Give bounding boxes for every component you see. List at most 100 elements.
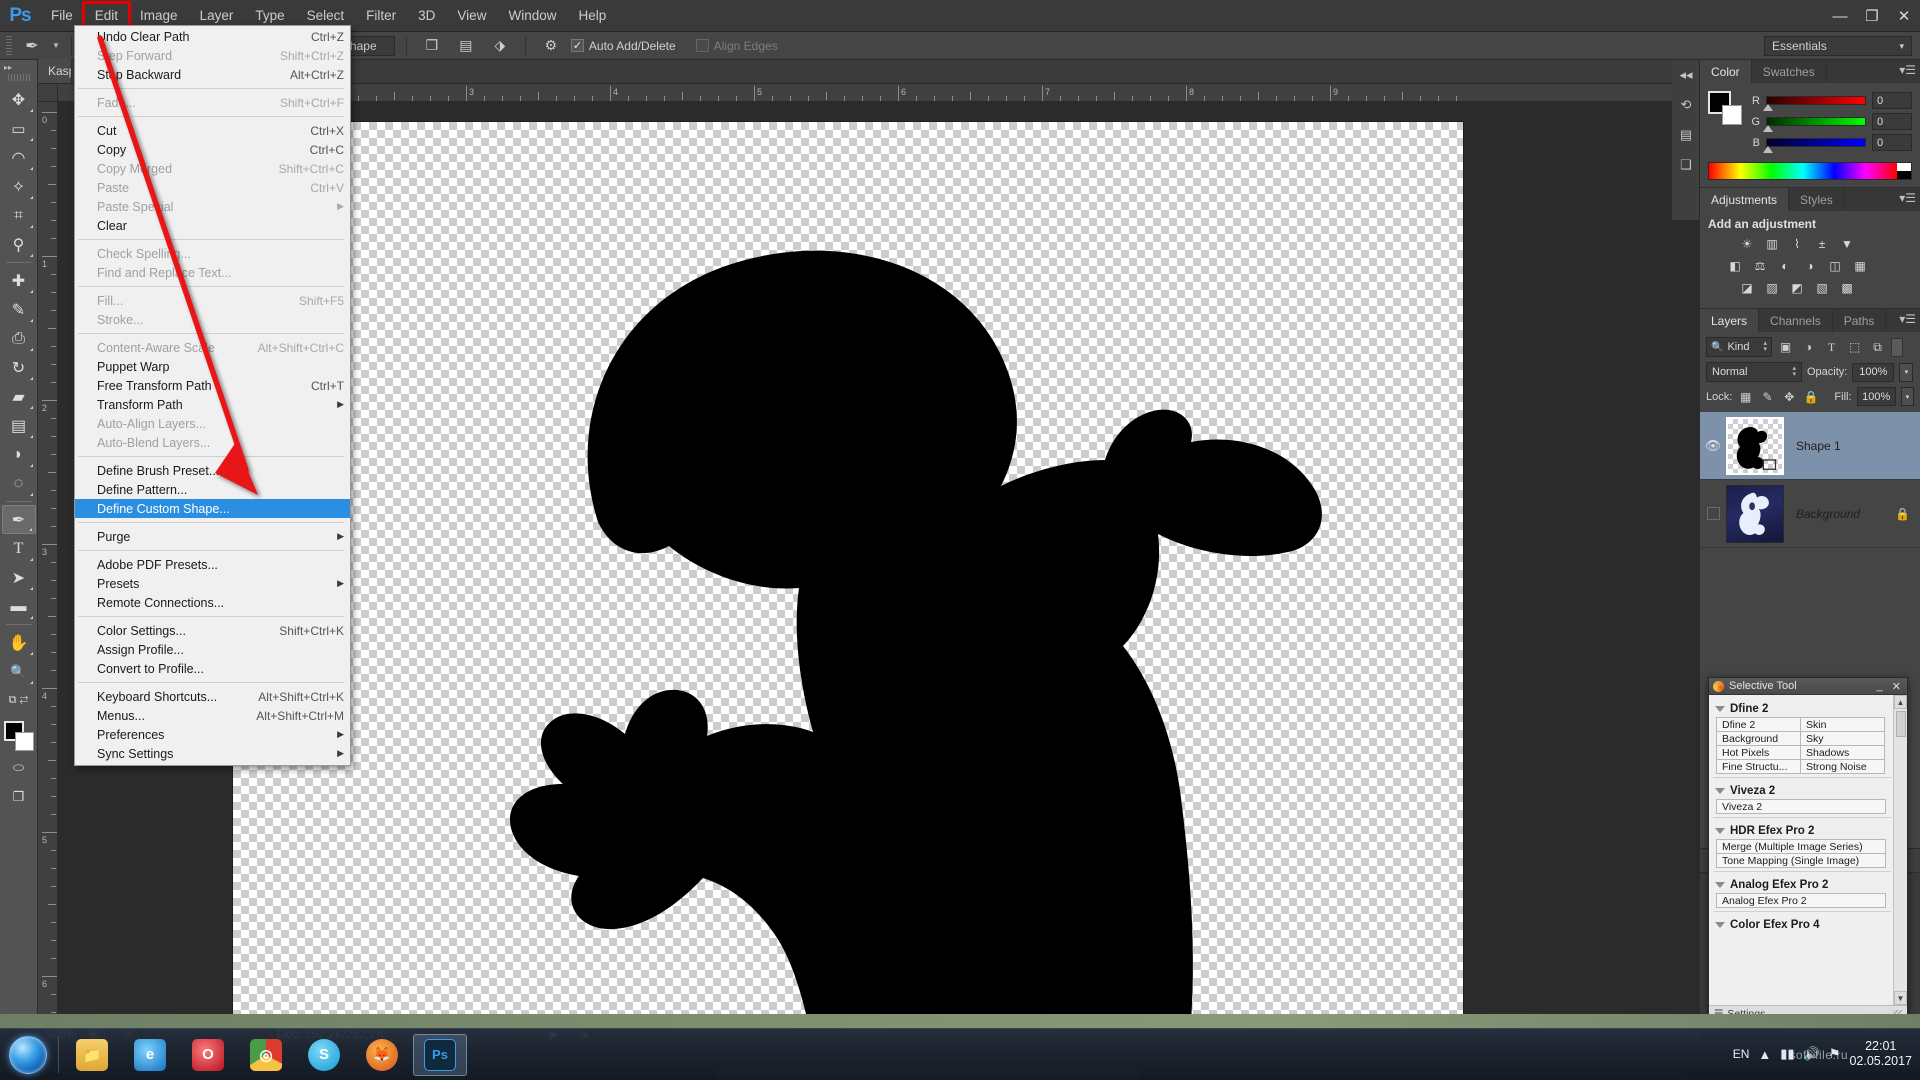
fill-value[interactable]: 100% <box>1857 387 1896 406</box>
green-slider[interactable] <box>1766 117 1866 126</box>
eyedropper-tool[interactable]: ⚲ <box>2 230 36 259</box>
triangle-expanded-icon[interactable] <box>1715 706 1725 712</box>
menu-item-define-custom-shape[interactable]: Define Custom Shape... <box>75 499 350 518</box>
group-header-color-efex[interactable]: Color Efex Pro 4 <box>1713 915 1891 934</box>
curves-icon[interactable]: ⌇ <box>1786 234 1808 253</box>
align-edges-option[interactable]: Align Edges <box>696 39 778 53</box>
preset-button[interactable]: Shadows <box>1800 745 1885 760</box>
preset-button[interactable]: Viveza 2 <box>1716 799 1886 814</box>
menu-help[interactable]: Help <box>567 3 617 29</box>
lock-image-icon[interactable]: ✎ <box>1759 388 1776 405</box>
threshold-icon[interactable]: ◩ <box>1786 278 1808 297</box>
tab-styles[interactable]: Styles <box>1789 188 1845 211</box>
lock-position-icon[interactable]: ✥ <box>1781 388 1798 405</box>
preset-button[interactable]: Strong Noise <box>1800 759 1885 774</box>
language-indicator[interactable]: EN <box>1733 1047 1750 1061</box>
menu-item-copy[interactable]: CopyCtrl+C <box>75 140 350 159</box>
path-arrangement-icon[interactable]: ⬗ <box>486 35 514 57</box>
channel-mixer-icon[interactable]: ◫ <box>1824 256 1846 275</box>
menu-3d[interactable]: 3D <box>407 3 446 29</box>
menu-item-adobe-pdf-presets[interactable]: Adobe PDF Presets... <box>75 555 350 574</box>
adjustments-panel-menu-icon[interactable]: ▾☰ <box>1899 191 1916 205</box>
minimize-icon[interactable]: _ <box>1875 680 1885 692</box>
menu-item-color-settings[interactable]: Color Settings...Shift+Ctrl+K <box>75 621 350 640</box>
triangle-expanded-icon[interactable] <box>1715 828 1725 834</box>
scroll-thumb[interactable] <box>1896 711 1906 737</box>
close-icon[interactable]: ✕ <box>1890 680 1903 693</box>
dodge-tool[interactable]: ◌ <box>2 469 36 498</box>
chevron-down-icon[interactable]: ▼ <box>52 41 60 50</box>
menu-item-undo-clear-path[interactable]: Undo Clear PathCtrl+Z <box>75 27 350 46</box>
menu-item-clear[interactable]: Clear <box>75 216 350 235</box>
edit-menu-dropdown[interactable]: Undo Clear PathCtrl+ZStep ForwardShift+C… <box>74 25 351 766</box>
tab-swatches[interactable]: Swatches <box>1752 60 1827 83</box>
menu-item-define-pattern[interactable]: Define Pattern... <box>75 480 350 499</box>
group-header-viveza[interactable]: Viveza 2 <box>1713 781 1891 800</box>
workspace-switcher[interactable]: Essentials ▾ <box>1764 36 1912 56</box>
levels-icon[interactable]: ▥ <box>1761 234 1783 253</box>
menu-item-sync-settings[interactable]: Sync Settings▶ <box>75 744 350 763</box>
menu-item-transform-path[interactable]: Transform Path▶ <box>75 395 350 414</box>
menu-item-free-transform-path[interactable]: Free Transform PathCtrl+T <box>75 376 350 395</box>
group-header-analog-efex[interactable]: Analog Efex Pro 2 <box>1713 875 1891 894</box>
blend-mode-select[interactable]: Normal ▴▾ <box>1706 362 1802 382</box>
lasso-tool[interactable]: ◠ <box>2 143 36 172</box>
move-tool[interactable]: ✥ <box>2 85 36 114</box>
path-alignment-icon[interactable]: ▤ <box>452 35 480 57</box>
vibrance-icon[interactable]: ▼ <box>1836 234 1858 253</box>
triangle-expanded-icon[interactable] <box>1715 922 1725 928</box>
menu-item-preferences[interactable]: Preferences▶ <box>75 725 350 744</box>
group-header-hdr-efex[interactable]: HDR Efex Pro 2 <box>1713 821 1891 840</box>
red-slider[interactable] <box>1766 96 1866 105</box>
gradient-map-icon[interactable]: ▧ <box>1811 278 1833 297</box>
green-value[interactable]: 0 <box>1872 113 1912 130</box>
swap-colors-icon[interactable]: ⧉ ⇄ <box>2 686 36 715</box>
layer-thumbnail[interactable] <box>1726 485 1784 543</box>
preset-button[interactable]: Analog Efex Pro 2 <box>1716 893 1886 908</box>
taskbar-item-adobe-photoshop[interactable]: Ps <box>413 1034 467 1076</box>
photo-filter-icon[interactable]: ◑ <box>1799 256 1821 275</box>
eraser-tool[interactable]: ▰ <box>2 382 36 411</box>
group-header-dfine[interactable]: Dfine 2 <box>1713 699 1891 718</box>
toolbox-collapse-icon[interactable]: ▸▸ <box>0 60 37 74</box>
brush-tool[interactable]: ✎ <box>2 295 36 324</box>
opacity-stepper-icon[interactable]: ▾ <box>1899 363 1913 382</box>
properties-panel-icon[interactable]: ▤ <box>1672 120 1700 150</box>
minimize-icon[interactable]: — <box>1824 1 1856 31</box>
hand-tool[interactable]: ✋ <box>2 628 36 657</box>
menu-item-cut[interactable]: CutCtrl+X <box>75 121 350 140</box>
taskbar-item-google-chrome[interactable]: ◎ <box>239 1034 293 1076</box>
show-hidden-icons-icon[interactable]: ▲ <box>1758 1047 1771 1062</box>
ghost-silhouette-shape[interactable] <box>233 122 1463 1022</box>
crop-tool[interactable]: ⌗ <box>2 201 36 230</box>
scroll-down-icon[interactable]: ▼ <box>1894 991 1907 1005</box>
layer-thumbnail[interactable] <box>1726 417 1784 475</box>
preset-button[interactable]: Dfine 2 <box>1716 717 1801 732</box>
scroll-up-icon[interactable]: ▲ <box>1894 695 1907 709</box>
auto-add-delete-checkbox[interactable]: ✓ <box>571 39 584 52</box>
clone-stamp-tool[interactable]: ⎙ <box>2 324 36 353</box>
black-white-icon[interactable]: ◐ <box>1774 256 1796 275</box>
close-icon[interactable]: ✕ <box>1888 1 1920 31</box>
gradient-tool[interactable]: ▤ <box>2 411 36 440</box>
libraries-panel-icon[interactable]: ❏ <box>1672 150 1700 180</box>
layer-visibility-icon[interactable]: 👁 <box>1700 438 1726 454</box>
menu-item-purge[interactable]: Purge▶ <box>75 527 350 546</box>
options-grip[interactable] <box>6 36 12 56</box>
document-tab[interactable]: Kasp <box>38 59 72 83</box>
invert-icon[interactable]: ◪ <box>1736 278 1758 297</box>
brightness-contrast-icon[interactable]: ☀ <box>1736 234 1758 253</box>
color-balance-icon[interactable]: ⚖ <box>1749 256 1771 275</box>
smart-object-filter-icon[interactable]: ⧉ <box>1868 338 1887 357</box>
menu-item-keyboard-shortcuts[interactable]: Keyboard Shortcuts...Alt+Shift+Ctrl+K <box>75 687 350 706</box>
selective-tool-window[interactable]: Selective Tool _ ✕ ▲ ▼ Dfine 2 Dfine 2 S… <box>1708 677 1908 1022</box>
lock-all-icon[interactable]: 🔒 <box>1803 388 1820 405</box>
menu-item-presets[interactable]: Presets▶ <box>75 574 350 593</box>
geometry-options-gear-icon[interactable]: ⚙ <box>537 35 565 57</box>
tab-paths[interactable]: Paths <box>1833 309 1887 332</box>
preset-button[interactable]: Skin <box>1800 717 1885 732</box>
menu-item-puppet-warp[interactable]: Puppet Warp <box>75 357 350 376</box>
triangle-expanded-icon[interactable] <box>1715 882 1725 888</box>
taskbar-item-opera[interactable]: O <box>181 1034 235 1076</box>
layer-visibility-icon[interactable] <box>1700 507 1726 520</box>
